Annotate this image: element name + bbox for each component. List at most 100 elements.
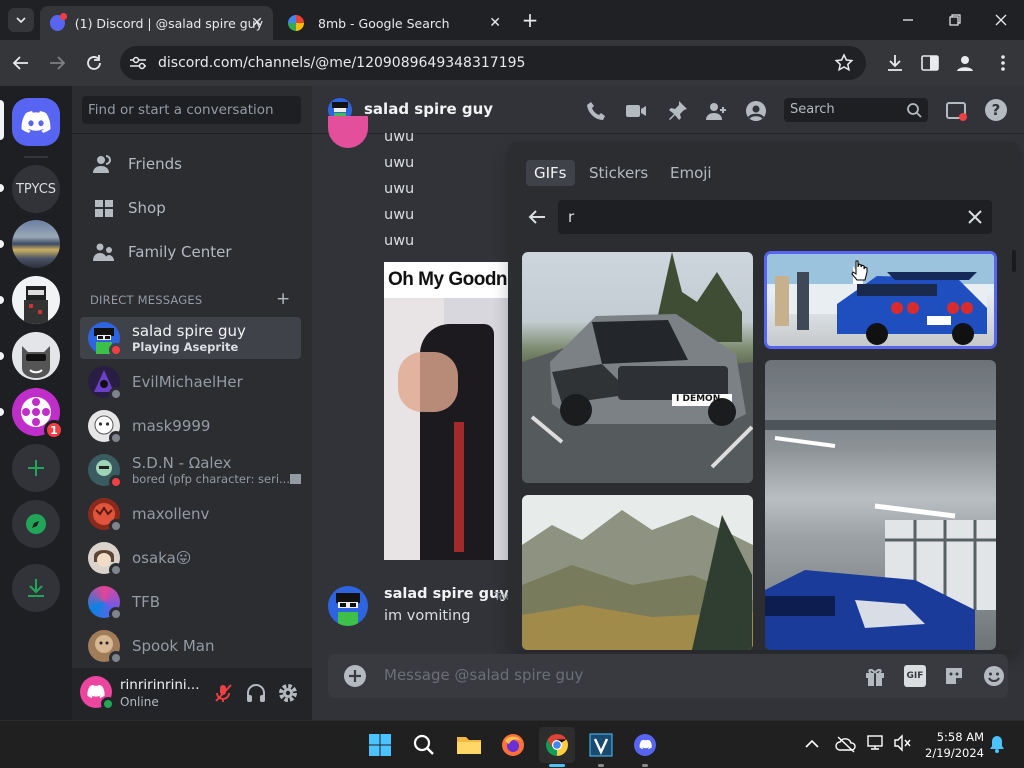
user-profile-button[interactable]: [744, 99, 768, 123]
back-button[interactable]: [526, 206, 548, 228]
message-avatar[interactable]: [328, 586, 368, 626]
back-button[interactable]: [10, 52, 32, 74]
dm-item-salad-spire-guy[interactable]: salad spire guy Playing Aseprite: [80, 317, 301, 359]
download-apps-button[interactable]: [12, 564, 60, 612]
gif-tile[interactable]: [522, 495, 753, 650]
browser-tab-google[interactable]: 8mb - Google Search ✕: [278, 6, 511, 40]
server-film[interactable]: 1: [12, 388, 64, 440]
gif-tile-highlighted[interactable]: [765, 252, 996, 348]
add-server-button[interactable]: [12, 444, 60, 492]
deafen-button[interactable]: [245, 682, 267, 704]
gif-tile[interactable]: [765, 360, 996, 650]
help-button[interactable]: ?: [984, 98, 1008, 122]
pinned-messages-button[interactable]: [665, 99, 689, 123]
volume-button[interactable]: [892, 733, 912, 753]
address-bar[interactable]: discord.com/channels/@me/120908964934831…: [120, 46, 866, 80]
clock[interactable]: 5:58 AM 2/19/2024: [924, 729, 984, 761]
app-v-icon: [589, 733, 613, 757]
chrome-button[interactable]: [539, 727, 575, 767]
browser-menu-button[interactable]: [992, 52, 1014, 74]
cloud-offline-icon: [835, 736, 856, 753]
close-tab-icon[interactable]: ✕: [489, 15, 501, 31]
dm-item-mask9999[interactable]: mask9999: [80, 405, 301, 447]
message-embed-video[interactable]: Oh My Goodn: [384, 262, 514, 560]
voice-call-button[interactable]: [585, 99, 609, 123]
pin-icon: [669, 101, 687, 120]
dm-item-sdn-alex[interactable]: S.D.N - Ωalex bored (pfp character: seri…: [80, 449, 301, 491]
close-tab-icon[interactable]: ✕: [251, 15, 263, 31]
profile-button[interactable]: [954, 52, 976, 74]
start-button[interactable]: [362, 727, 398, 763]
rich-presence-icon: [290, 474, 301, 484]
notifications-button[interactable]: [988, 734, 1006, 754]
file-explorer-button[interactable]: [451, 727, 487, 763]
tab-stickers[interactable]: Stickers: [581, 160, 656, 186]
sticker-button[interactable]: [943, 665, 965, 687]
sticker-icon: [946, 668, 962, 684]
attach-button[interactable]: [344, 665, 366, 687]
create-dm-button[interactable]: +: [276, 289, 290, 309]
nav-shop[interactable]: Shop: [80, 187, 304, 229]
network-button[interactable]: [866, 733, 886, 753]
server-cat[interactable]: [12, 332, 60, 380]
close-window-button[interactable]: [991, 10, 1011, 30]
find-conversation-input[interactable]: Find or start a conversation: [82, 96, 301, 124]
gift-button[interactable]: [864, 665, 886, 687]
add-friends-to-dm-button[interactable]: [704, 99, 728, 123]
user-settings-button[interactable]: [277, 682, 299, 704]
side-panel-button[interactable]: [919, 52, 941, 74]
gif-tile[interactable]: I DEMON: [522, 252, 753, 483]
message-text: uwu: [384, 207, 415, 223]
new-tab-button[interactable]: +: [518, 8, 542, 32]
explore-servers-button[interactable]: [12, 500, 60, 548]
browser-tab-discord[interactable]: (1) Discord | @salad spire guy ✕: [40, 6, 273, 40]
home-button[interactable]: [12, 98, 60, 146]
tab-search-button[interactable]: [8, 8, 34, 32]
server-label: TPYCS: [15, 181, 57, 197]
downloads-button[interactable]: [884, 52, 906, 74]
gif-button[interactable]: GIF: [904, 665, 926, 687]
site-info-icon: [130, 56, 146, 70]
message-composer[interactable]: Message @salad spire guy GIF: [328, 654, 1008, 698]
dm-item-evilmichaelher[interactable]: EvilMichaelHer: [80, 361, 301, 403]
clock-date: 2/19/2024: [925, 746, 984, 760]
dm-item-spook-man[interactable]: Spook Man: [80, 625, 301, 667]
clear-search-icon[interactable]: [966, 208, 984, 226]
firefox-button[interactable]: [495, 727, 531, 763]
restore-button[interactable]: [945, 10, 965, 30]
star-icon[interactable]: [834, 53, 854, 73]
server-landscape[interactable]: [12, 220, 60, 268]
tab-gifs[interactable]: GIFs: [526, 160, 575, 186]
nav-family-center[interactable]: Family Center: [80, 231, 304, 273]
tab-emoji[interactable]: Emoji: [662, 160, 720, 186]
emoji-button[interactable]: [983, 665, 1005, 687]
discord-app-button[interactable]: [627, 727, 663, 767]
windows-logo-icon: [369, 734, 391, 756]
reload-button[interactable]: [83, 52, 105, 74]
server-character[interactable]: [12, 276, 60, 324]
message-author[interactable]: salad spire guy: [384, 586, 509, 602]
nav-friends[interactable]: Friends: [80, 143, 304, 185]
onedrive-button[interactable]: [835, 735, 857, 753]
dm-item-maxollenv[interactable]: maxollenv: [80, 493, 301, 535]
forward-button[interactable]: [46, 52, 68, 74]
vscode-like-button[interactable]: [583, 727, 619, 767]
avatar[interactable]: [80, 676, 115, 711]
show-hidden-icons-button[interactable]: [803, 735, 821, 753]
server-tpycs[interactable]: TPYCS: [12, 165, 60, 213]
minimize-button[interactable]: [898, 10, 918, 30]
mute-button[interactable]: [212, 682, 234, 704]
dm-item-tfb[interactable]: TFB: [80, 581, 301, 623]
gif-search-input[interactable]: r: [558, 200, 992, 234]
inbox-button[interactable]: [944, 99, 968, 123]
download-icon: [28, 579, 44, 597]
video-call-button[interactable]: [624, 99, 648, 123]
dm-item-osaka[interactable]: osaka😛: [80, 537, 301, 579]
status-offline-icon: [109, 563, 123, 577]
picker-scrollbar[interactable]: [1012, 250, 1016, 272]
header-search-input[interactable]: Search: [784, 98, 928, 122]
kebab-menu-icon: [1001, 55, 1005, 71]
taskbar-search-button[interactable]: [406, 727, 442, 763]
clock-time: 5:58 AM: [936, 730, 984, 744]
gif-car-art: [522, 252, 753, 483]
